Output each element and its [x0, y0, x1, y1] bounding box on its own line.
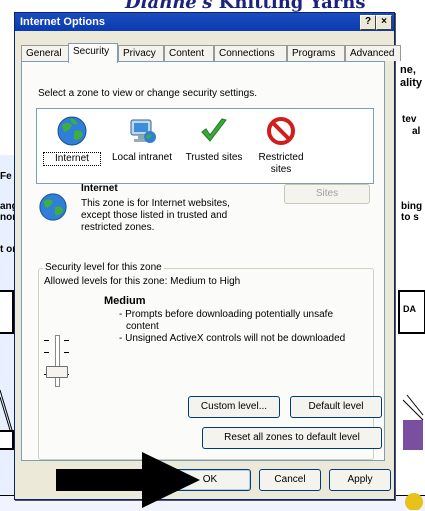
tab-security[interactable]: Security: [68, 43, 118, 63]
zone-local-intranet[interactable]: Local intranet: [105, 115, 179, 164]
level-description-line: - Prompts before downloading potentially…: [119, 309, 334, 320]
dialog-title: Internet Options: [20, 16, 105, 28]
tab-programs[interactable]: Programs: [287, 45, 345, 61]
slider-tick: [64, 352, 69, 353]
zone-info-line: This zone is for Internet websites,: [81, 198, 230, 209]
zone-trusted-sites[interactable]: Trusted sites: [179, 115, 249, 164]
security-level-slider[interactable]: [55, 335, 60, 387]
yarn-illustration-icon: [402, 394, 424, 450]
background-snippet: bing: [401, 201, 423, 212]
decorative-icon: [405, 493, 423, 510]
reset-all-zones-button[interactable]: Reset all zones to default level: [202, 427, 382, 449]
background-snippet: tev: [402, 114, 417, 125]
zone-restricted-sites[interactable]: Restricted sites: [249, 115, 313, 176]
security-level-name: Medium: [104, 295, 146, 307]
background-box: DA: [398, 290, 425, 334]
zone-label: Restricted sites: [258, 152, 304, 175]
tab-privacy[interactable]: Privacy: [118, 45, 164, 61]
globe-icon: [39, 193, 67, 221]
background-snippet: ality: [400, 77, 423, 89]
arrow-pointer-icon: [56, 452, 200, 508]
slider-tick: [64, 340, 69, 341]
security-level-slider-thumb[interactable]: [46, 366, 68, 378]
background-snippet: al: [412, 126, 421, 137]
security-tab-panel: Select a zone to view or change security…: [21, 61, 385, 461]
group-legend: Security level for this zone: [43, 262, 164, 273]
level-description-line: content: [126, 321, 159, 332]
dialog-title-bar[interactable]: Internet Options ? ×: [15, 13, 394, 31]
background-snippet: ne,: [400, 64, 416, 76]
cancel-button[interactable]: Cancel: [259, 469, 321, 491]
background-box: [0, 290, 14, 334]
globe-icon: [57, 116, 87, 146]
internet-options-dialog: Internet Options ? × General Security Pr…: [14, 12, 401, 500]
custom-level-button[interactable]: Custom level...: [188, 396, 280, 418]
intranet-monitor-icon: [130, 119, 156, 143]
zone-list: Internet Local intranet Trusted sites Re…: [36, 108, 374, 184]
zone-info-title: Internet: [81, 183, 118, 194]
zone-label: Local intranet: [111, 152, 173, 163]
tab-advanced[interactable]: Advanced: [345, 45, 401, 61]
background-snippet: Fe: [0, 171, 12, 182]
background-drawing: [0, 389, 13, 431]
help-button[interactable]: ?: [360, 15, 376, 30]
zone-label: Internet: [43, 152, 101, 166]
allowed-levels-text: Allowed levels for this zone: Medium to …: [44, 276, 241, 287]
close-button[interactable]: ×: [376, 15, 392, 30]
checkmark-icon: [201, 118, 227, 142]
restricted-icon: [267, 117, 295, 145]
zone-info-line: restricted zones.: [81, 222, 155, 233]
zone-instruction: Select a zone to view or change security…: [38, 88, 258, 99]
tab-connections[interactable]: Connections: [214, 45, 287, 61]
background-snippet: to s: [401, 212, 419, 223]
zone-info-line: except those listed in trusted and: [81, 210, 228, 221]
slider-tick: [44, 340, 49, 341]
sites-button[interactable]: Sites: [284, 184, 370, 204]
tab-content[interactable]: Content: [164, 45, 214, 61]
zone-label: Trusted sites: [185, 152, 243, 163]
background-snippet: DA: [403, 304, 416, 314]
apply-button[interactable]: Apply: [329, 469, 391, 491]
default-level-button[interactable]: Default level: [290, 396, 382, 418]
tab-general[interactable]: General: [21, 45, 69, 61]
level-description-line: - Unsigned ActiveX controls will not be …: [119, 333, 346, 344]
slider-tick: [44, 352, 49, 353]
zone-internet[interactable]: Internet: [43, 115, 101, 166]
